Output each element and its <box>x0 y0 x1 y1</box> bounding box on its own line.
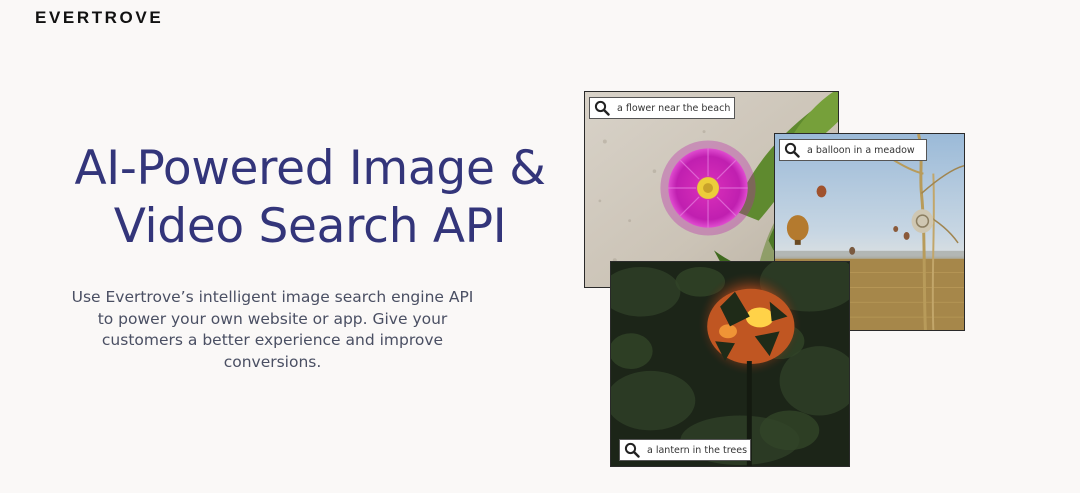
search-query-balloon: a balloon in a meadow <box>779 139 927 161</box>
brand-logo[interactable]: EVERTROVE <box>35 8 163 28</box>
landing-page: EVERTROVE AI-Powered Image & Video Searc… <box>0 0 1080 493</box>
search-query-text: a lantern in the trees <box>647 444 748 456</box>
search-icon <box>594 100 610 116</box>
search-icon <box>784 142 800 158</box>
hero-title: AI-Powered Image & Video Search API <box>74 141 546 254</box>
search-query-text: a balloon in a meadow <box>807 144 915 156</box>
hero-description: Use Evertrove’s intelligent image search… <box>71 288 474 371</box>
search-icon <box>624 442 640 458</box>
search-query-text: a flower near the beach <box>617 102 731 114</box>
search-query-flower: a flower near the beach <box>589 97 735 119</box>
search-query-lantern: a lantern in the trees <box>619 439 751 461</box>
lantern-photo <box>611 262 849 466</box>
example-image-lantern: a lantern in the trees <box>610 261 850 467</box>
